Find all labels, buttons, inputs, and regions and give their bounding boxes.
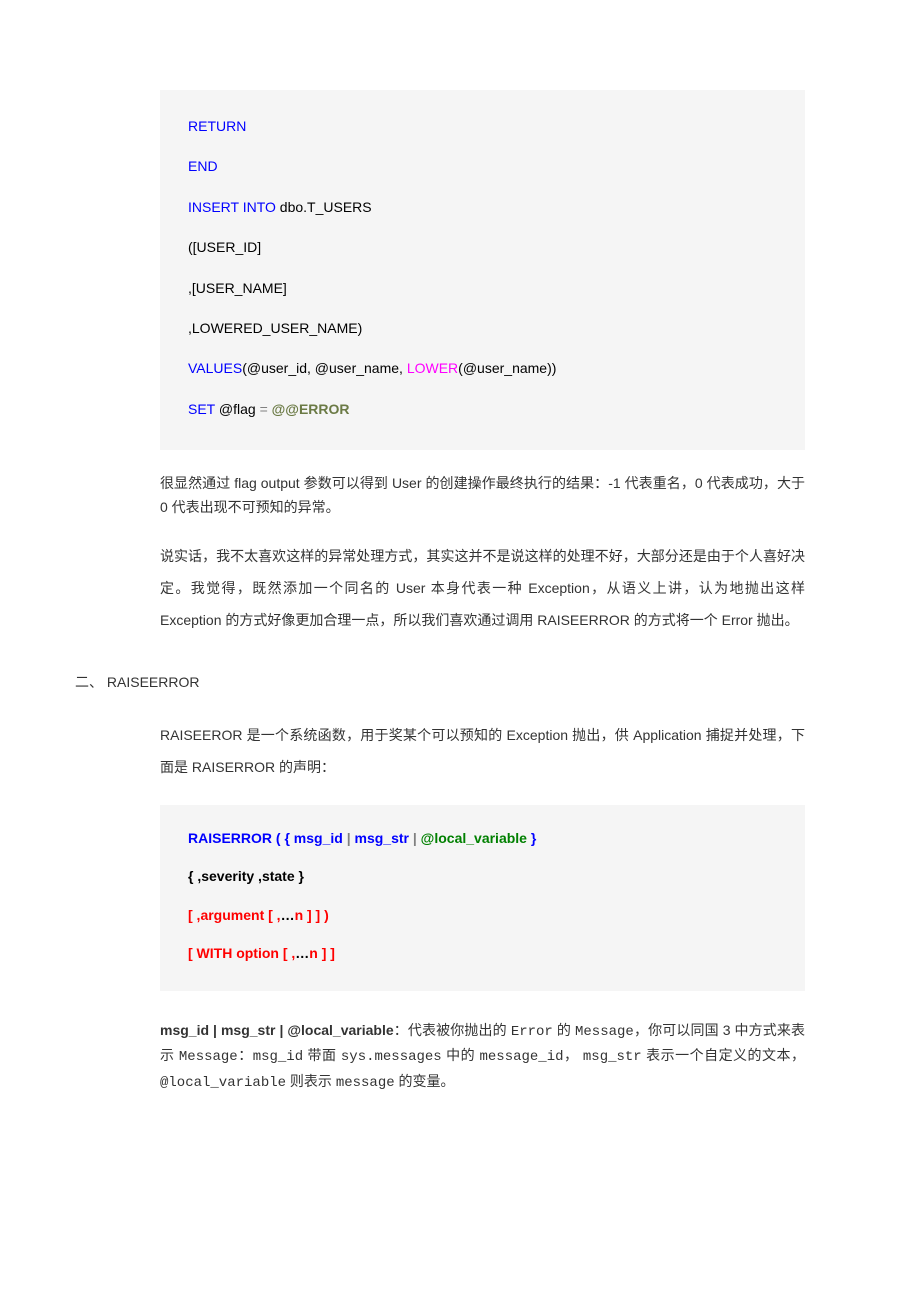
code-text: @flag — [215, 401, 260, 417]
syntax-optional: [ ,argument [ , — [188, 907, 281, 923]
explain-text: 的变量。 — [395, 1073, 455, 1089]
explain-text: 则表示 — [286, 1073, 336, 1089]
code-block-syntax: RAISERROR ( { msg_id | msg_str | @local_… — [160, 805, 805, 991]
syntax-ellipsis: … — [281, 907, 295, 923]
code-line: { ,severity ,state } — [188, 865, 777, 887]
mono-text: message_id — [479, 1049, 563, 1065]
explain-text: 中的 — [442, 1047, 480, 1063]
code-text: (@user_id, @user_name, — [242, 360, 407, 376]
code-line: VALUES(@user_id, @user_name, LOWER(@user… — [188, 357, 777, 379]
operator-eq: = — [260, 401, 268, 417]
keyword-set: SET — [188, 401, 215, 417]
syntax-ellipsis: … — [295, 945, 309, 961]
code-line: ,[USER_NAME] — [188, 277, 777, 299]
paragraph: 说实话，我不太喜欢这样的异常处理方式，其实这并不是说这样的处理不好，大部分还是由… — [160, 540, 805, 637]
code-text: dbo.T_USERS — [276, 199, 372, 215]
param-label: msg_id | msg_str | @local_variable — [160, 1022, 394, 1038]
keyword-return: RETURN — [188, 118, 246, 134]
code-text: (@user_name)) — [458, 360, 556, 376]
mono-text: Error — [511, 1024, 553, 1040]
explanation-paragraph: msg_id | msg_str | @local_variable：代表被你抛… — [160, 1019, 805, 1096]
explain-text: 带面 — [303, 1047, 341, 1063]
keyword-insert-into: INSERT INTO — [188, 199, 276, 215]
paragraph: RAISEEROR 是一个系统函数，用于奖某个可以预知的 Exception 抛… — [160, 719, 805, 783]
mono-text: Message — [179, 1049, 238, 1065]
syntax-text: msg_str — [351, 830, 413, 846]
function-lower: LOWER — [407, 360, 458, 376]
syntax-text: RAISERROR ( { msg_id — [188, 830, 347, 846]
mono-text: @local_variable — [160, 1075, 286, 1091]
keyword-values: VALUES — [188, 360, 242, 376]
explain-text: ：代表被你抛出的 — [394, 1022, 511, 1038]
explain-text: 的 — [553, 1022, 575, 1038]
code-line: END — [188, 155, 777, 177]
syntax-optional: n ] ] ) — [295, 907, 329, 923]
explain-text: 表示一个自定义的文本， — [642, 1047, 805, 1063]
mono-text: Message — [575, 1024, 634, 1040]
mono-text: msg_str — [583, 1049, 642, 1065]
code-line: [ WITH option [ ,…n ] ] — [188, 942, 777, 964]
mono-text: message — [336, 1075, 395, 1091]
code-line: RAISERROR ( { msg_id | msg_str | @local_… — [188, 827, 777, 849]
mono-text: sys.messages — [341, 1049, 442, 1065]
syntax-text: } — [531, 830, 536, 846]
code-block-sql: RETURN END INSERT INTO dbo.T_USERS ([USE… — [160, 90, 805, 450]
code-line: ([USER_ID] — [188, 236, 777, 258]
code-line: RETURN — [188, 115, 777, 137]
keyword-end: END — [188, 158, 218, 174]
syntax-optional: [ WITH option [ , — [188, 945, 295, 961]
syntax-local-var: @local_variable — [417, 830, 531, 846]
explain-text: ， — [564, 1047, 583, 1063]
section-heading: 二、 RAISEERROR — [75, 671, 805, 693]
code-line: SET @flag = @@ERROR — [188, 398, 777, 420]
syntax-optional: n ] ] — [309, 945, 335, 961]
code-line: ,LOWERED_USER_NAME) — [188, 317, 777, 339]
code-line: [ ,argument [ ,…n ] ] ) — [188, 904, 777, 926]
mono-text: msg_id — [253, 1049, 303, 1065]
code-line: INSERT INTO dbo.T_USERS — [188, 196, 777, 218]
explain-text: ： — [238, 1047, 253, 1063]
global-var-error: @@ERROR — [272, 401, 350, 417]
paragraph: 很显然通过 flag output 参数可以得到 User 的创建操作最终执行的… — [160, 472, 805, 520]
